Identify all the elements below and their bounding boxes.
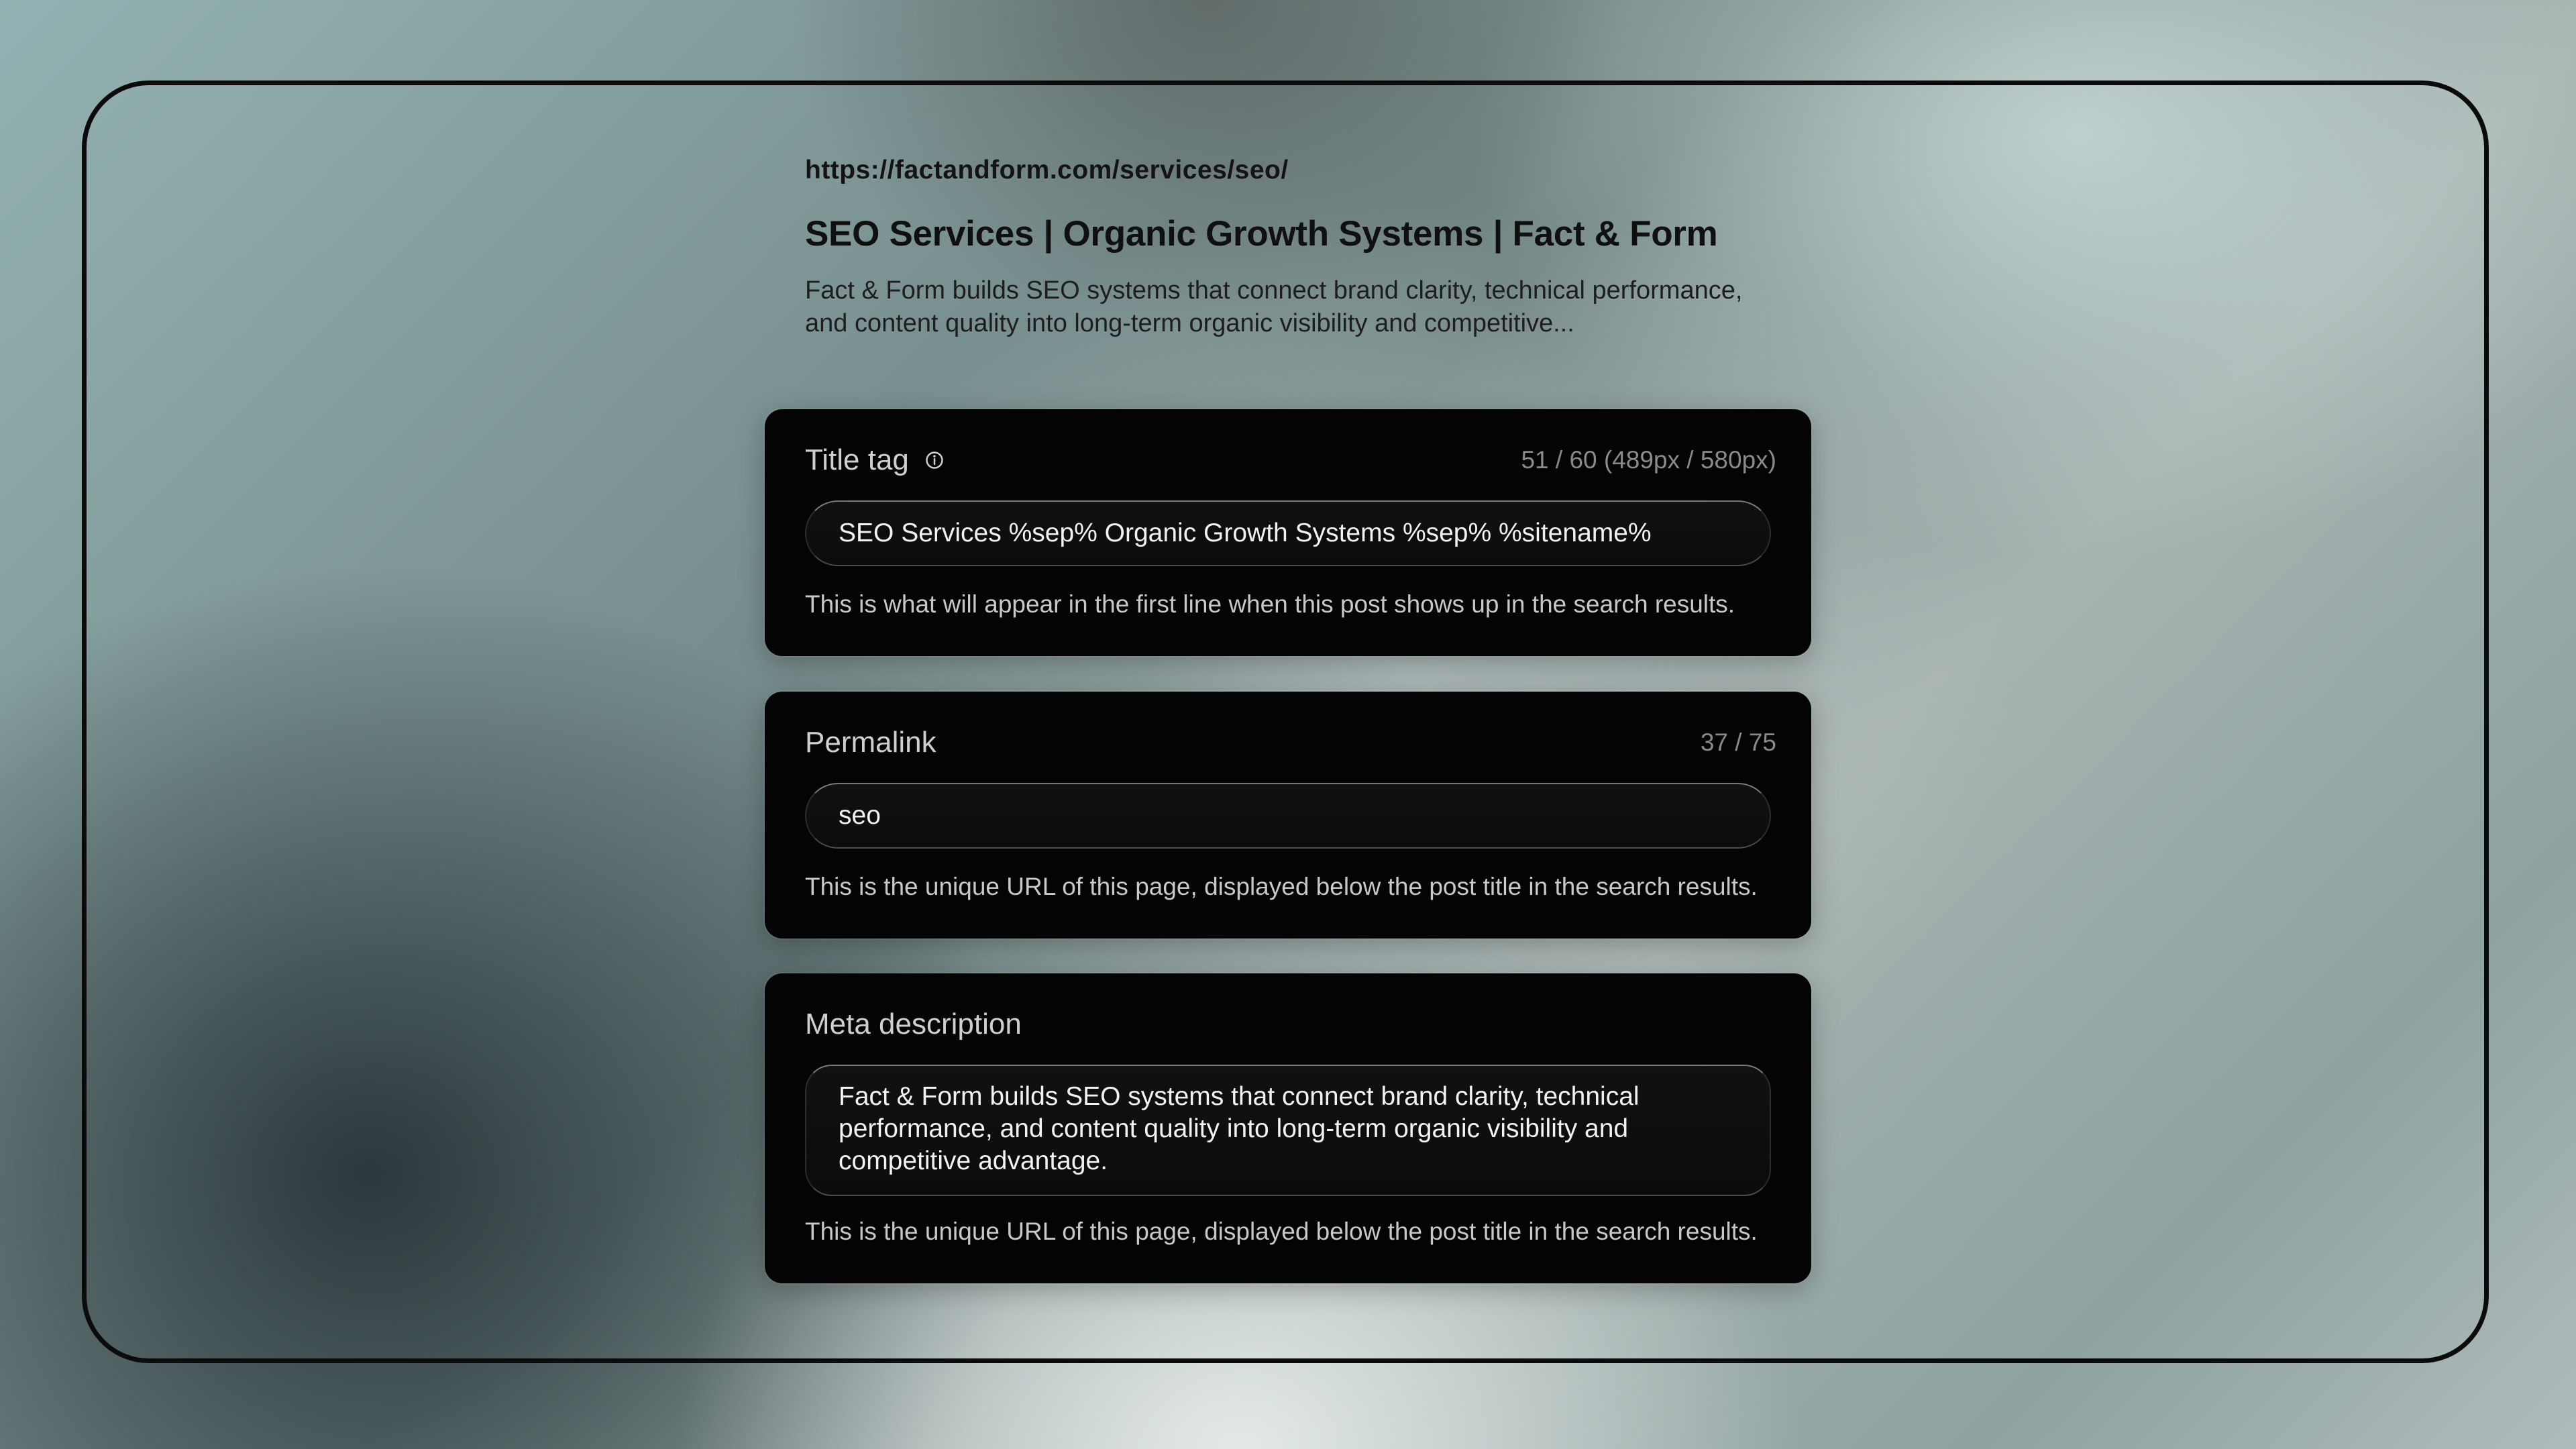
meta-description-card: Meta description Fact & Form builds SEO … bbox=[765, 973, 1811, 1283]
title-tag-input[interactable]: SEO Services %sep% Organic Growth System… bbox=[805, 500, 1771, 566]
title-tag-header: Title tag 51 / 60 (489px / 580px) bbox=[805, 440, 1776, 480]
title-tag-counter: 51 / 60 (489px / 580px) bbox=[1521, 446, 1776, 474]
preview-title[interactable]: SEO Services | Organic Growth Systems | … bbox=[805, 213, 1784, 254]
preview-description: Fact & Form builds SEO systems that conn… bbox=[805, 276, 1743, 337]
preview-url[interactable]: https://factandform.com/services/seo/ bbox=[805, 156, 1784, 185]
search-result-preview: https://factandform.com/services/seo/ SE… bbox=[805, 156, 1784, 340]
meta-description-help: This is the unique URL of this page, dis… bbox=[805, 1218, 1758, 1245]
permalink-label: Permalink bbox=[805, 726, 936, 759]
meta-description-label: Meta description bbox=[805, 1008, 1022, 1040]
permalink-help: This is the unique URL of this page, dis… bbox=[805, 873, 1758, 900]
permalink-input[interactable]: seo bbox=[805, 783, 1771, 849]
permalink-header: Permalink 37 / 75 bbox=[805, 722, 1776, 763]
meta-description-header: Meta description bbox=[805, 1004, 1776, 1044]
info-icon[interactable] bbox=[925, 451, 944, 470]
permalink-card: Permalink 37 / 75 seo This is the unique… bbox=[765, 692, 1811, 938]
meta-description-textarea[interactable]: Fact & Form builds SEO systems that conn… bbox=[805, 1065, 1771, 1196]
title-tag-card: Title tag 51 / 60 (489px / 580px) SEO Se… bbox=[765, 409, 1811, 656]
title-tag-help: This is what will appear in the first li… bbox=[805, 590, 1735, 618]
permalink-counter: 37 / 75 bbox=[1700, 729, 1776, 756]
title-tag-label: Title tag bbox=[805, 443, 909, 476]
